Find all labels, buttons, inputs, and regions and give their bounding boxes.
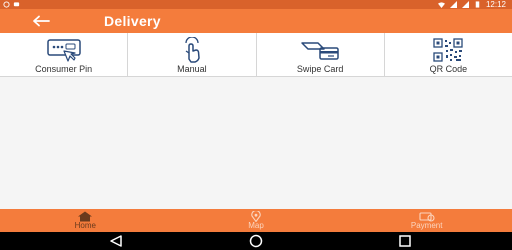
option-label: Consumer Pin: [35, 64, 93, 74]
page-title: Delivery: [104, 13, 161, 29]
bottom-navigation: Home Map Payment: [0, 209, 512, 232]
pin-pad-icon: [46, 39, 81, 62]
option-label: QR Code: [429, 64, 468, 74]
nav-label: Payment: [410, 221, 443, 230]
nav-label: Home: [74, 221, 96, 230]
system-navigation-bar: [0, 232, 512, 250]
status-time: 12:12: [485, 0, 506, 9]
status-bar: 12:12: [0, 0, 512, 9]
wifi-icon: [437, 2, 445, 8]
tap-hand-icon: [185, 37, 200, 63]
option-label: Manual: [177, 64, 207, 74]
signal-r-icon: [449, 1, 457, 8]
signal-icon: [461, 1, 469, 8]
swipe-card-option[interactable]: Swipe Card: [257, 33, 385, 76]
status-right-icons: 12:12: [437, 0, 506, 9]
delivery-options: Consumer Pin Manual Swipe Card QR Code: [0, 33, 512, 77]
arrow-left-icon: [33, 15, 50, 27]
status-left-icons: [3, 0, 20, 9]
back-triangle-icon[interactable]: [104, 234, 128, 248]
nav-home[interactable]: Home: [0, 209, 171, 232]
nav-map[interactable]: Map: [171, 209, 342, 232]
option-label: Swipe Card: [296, 64, 344, 74]
nav-payment[interactable]: Payment: [341, 209, 512, 232]
home-circle-icon[interactable]: [244, 234, 268, 248]
consumer-pin-option[interactable]: Consumer Pin: [0, 33, 129, 76]
app-bar: Delivery: [0, 9, 512, 33]
recents-square-icon[interactable]: [393, 234, 417, 248]
chat-icon: [13, 2, 20, 7]
back-button[interactable]: [28, 9, 54, 33]
manual-option[interactable]: Manual: [128, 33, 257, 76]
battery-icon: [475, 1, 480, 8]
swipe-card-icon: [301, 42, 339, 60]
nav-label: Map: [248, 221, 264, 230]
qr-code-option[interactable]: QR Code: [385, 33, 512, 76]
whatsapp-icon: [3, 1, 10, 8]
qr-code-icon: [433, 38, 464, 62]
